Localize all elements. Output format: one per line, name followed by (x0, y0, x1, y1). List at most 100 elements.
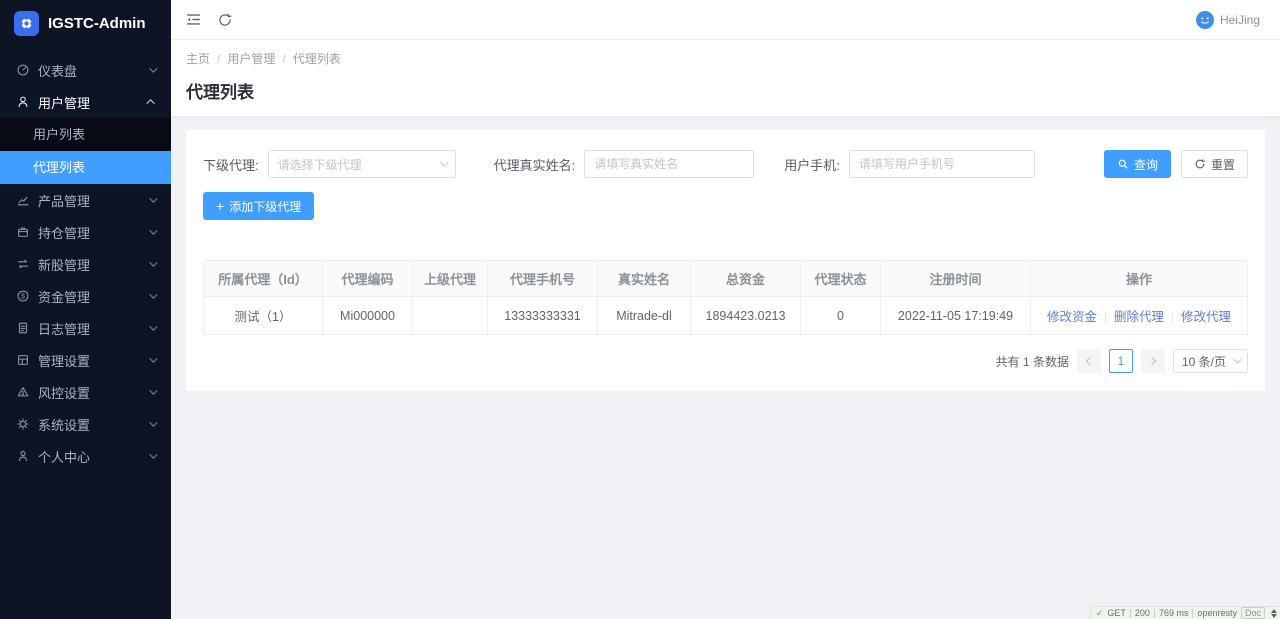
sidebar-item-ipo-management[interactable]: 新股管理 (0, 248, 171, 280)
sidebar-item-risk-settings[interactable]: 风控设置 (0, 376, 171, 408)
col-actions: 操作 (1031, 261, 1248, 297)
breadcrumb-item-agent-list[interactable]: 代理列表 (293, 50, 341, 67)
col-parent-agent: 上级代理 (413, 261, 488, 297)
chevron-down-icon (149, 194, 157, 202)
real-name-label: 代理真实姓名: (494, 155, 576, 174)
ipo-icon (16, 257, 30, 271)
plus-icon: + (216, 199, 224, 213)
sidebar-item-position-management[interactable]: 持仓管理 (0, 216, 171, 248)
delete-agent-link[interactable]: 删除代理 (1114, 310, 1164, 324)
logo-row[interactable]: IGSTC-Admin (0, 0, 171, 46)
sidebar-item-log-management[interactable]: 日志管理 (0, 312, 171, 344)
chevron-down-icon (440, 158, 448, 166)
table-row: 测试（1） Mi000000 13333333331 Mitrade-dl 18… (204, 297, 1248, 335)
reset-icon (1194, 158, 1206, 170)
col-agent-status: 代理状态 (801, 261, 881, 297)
agents-table: 所属代理（Id） 代理编码 上级代理 代理手机号 真实姓名 总资金 代理状态 注… (203, 260, 1248, 335)
doc-button[interactable]: Doc (1241, 607, 1265, 619)
sidebar-item-label: 系统设置 (38, 415, 149, 434)
statusbar-divider (1154, 609, 1155, 617)
cell-register-time: 2022-11-05 17:19:49 (881, 297, 1031, 335)
sidebar-item-system-settings[interactable]: 系统设置 (0, 408, 171, 440)
sidebar-item-label: 个人中心 (38, 447, 149, 466)
scroll-arrows[interactable] (1271, 609, 1277, 618)
cell-parent-agent (413, 297, 488, 335)
modify-funds-link[interactable]: 修改资金 (1047, 310, 1097, 324)
action-divider (1172, 313, 1173, 323)
user-menu[interactable]: HeiJing (1196, 11, 1260, 29)
lower-agent-label: 下级代理: (203, 155, 259, 174)
col-owner-agent: 所属代理（Id） (204, 261, 323, 297)
chevron-down-icon (149, 226, 157, 234)
sidebar-item-label: 日志管理 (38, 319, 149, 338)
avatar (1196, 11, 1214, 29)
sidebar-item-agent-list[interactable]: 代理列表 (0, 151, 171, 184)
sidebar-item-funds-management[interactable]: $ 资金管理 (0, 280, 171, 312)
cell-agent-code: Mi000000 (323, 297, 413, 335)
funds-icon: $ (16, 289, 30, 303)
profile-icon (16, 449, 30, 463)
chevron-down-icon (1233, 355, 1241, 363)
prev-page-button[interactable] (1077, 349, 1101, 373)
statusbar-divider (1130, 609, 1131, 617)
chevron-right-icon (1148, 357, 1156, 365)
col-real-name: 真实姓名 (598, 261, 691, 297)
breadcrumb-item-user-management[interactable]: 用户管理 (227, 50, 275, 67)
modify-agent-link[interactable]: 修改代理 (1181, 310, 1231, 324)
sidebar-item-label: 用户管理 (38, 93, 149, 112)
user-name: HeiJing (1220, 13, 1260, 27)
chevron-left-icon (1086, 357, 1094, 365)
page-size-select[interactable]: 10 条/页 (1173, 349, 1248, 373)
products-icon (16, 193, 30, 207)
next-page-button[interactable] (1141, 349, 1165, 373)
search-button[interactable]: 查询 (1104, 150, 1171, 178)
lower-agent-placeholder: 请选择下级代理 (278, 156, 440, 173)
sidebar-menu: 仪表盘 用户管理 用户列表 代理列表 产品管理 (0, 46, 171, 472)
user-management-submenu: 用户列表 代理列表 (0, 118, 171, 184)
refresh-icon[interactable] (217, 11, 235, 29)
col-total-funds: 总资金 (691, 261, 801, 297)
col-agent-phone: 代理手机号 (488, 261, 598, 297)
lower-agent-select[interactable]: 请选择下级代理 (268, 150, 456, 178)
server-name: openresty (1197, 608, 1237, 618)
add-lower-agent-button[interactable]: + 添加下级代理 (203, 192, 314, 220)
chevron-down-icon (149, 450, 157, 458)
main-area: HeiJing 主页 / 用户管理 / 代理列表 代理列表 下级代理: 请选择下… (171, 0, 1280, 619)
statusbar-divider (1192, 609, 1193, 617)
sidebar-item-user-list[interactable]: 用户列表 (0, 118, 171, 151)
pagination-total: 共有 1 条数据 (996, 353, 1069, 370)
chevron-down-icon (149, 290, 157, 298)
cell-actions: 修改资金 删除代理 修改代理 (1031, 297, 1248, 335)
arrow-up-icon (1271, 609, 1277, 613)
arrow-down-icon (1271, 614, 1277, 618)
sidebar-item-dashboard[interactable]: 仪表盘 (0, 54, 171, 86)
svg-text:$: $ (21, 293, 25, 300)
app-title: IGSTC-Admin (48, 15, 146, 32)
sidebar-item-label: 新股管理 (38, 255, 149, 274)
collapse-sidebar-icon[interactable] (185, 11, 203, 29)
system-settings-icon (16, 417, 30, 431)
chevron-down-icon (149, 386, 157, 394)
sidebar-item-user-management[interactable]: 用户管理 (0, 86, 171, 118)
sidebar-item-label: 产品管理 (38, 191, 149, 210)
pagination: 共有 1 条数据 1 10 条/页 (203, 349, 1248, 373)
breadcrumb-item-home[interactable]: 主页 (186, 50, 210, 67)
sidebar-item-profile-center[interactable]: 个人中心 (0, 440, 171, 472)
sidebar-item-management-settings[interactable]: 管理设置 (0, 344, 171, 376)
sidebar-item-label: 风控设置 (38, 383, 149, 402)
sidebar-item-product-management[interactable]: 产品管理 (0, 184, 171, 216)
app-logo-icon (14, 11, 39, 36)
content-card: 下级代理: 请选择下级代理 代理真实姓名: 用户手机: 查询 (186, 130, 1265, 391)
cell-total-funds: 1894423.0213 (691, 297, 801, 335)
sidebar: IGSTC-Admin 仪表盘 用户管理 用户列表 代理列表 (0, 0, 171, 619)
chevron-down-icon (149, 258, 157, 266)
page-number-button[interactable]: 1 (1109, 349, 1133, 373)
topbar: HeiJing (171, 0, 1280, 40)
breadcrumb: 主页 / 用户管理 / 代理列表 (186, 50, 1265, 67)
cell-real-name: Mitrade-dl (598, 297, 691, 335)
network-statusbar: ✓ GET 200 769 ms openresty Doc (1090, 606, 1280, 619)
reset-button[interactable]: 重置 (1181, 150, 1248, 178)
breadcrumb-separator: / (282, 52, 285, 66)
real-name-input[interactable] (584, 150, 754, 178)
user-phone-input[interactable] (849, 150, 1035, 178)
